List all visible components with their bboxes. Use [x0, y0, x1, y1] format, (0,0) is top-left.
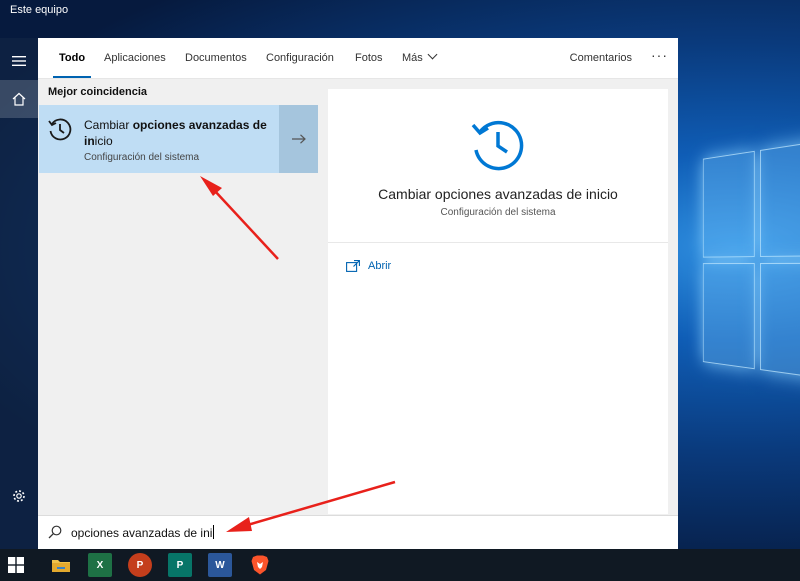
- desktop-label: Este equipo: [10, 4, 69, 16]
- windows-logo-wallpaper: [702, 139, 800, 391]
- open-action-button[interactable]: Abrir: [346, 260, 391, 272]
- chevron-down-icon: [427, 49, 438, 60]
- settings-gear-icon[interactable]: [0, 477, 38, 515]
- tab-todo[interactable]: Todo: [52, 38, 92, 78]
- tab-mas-label: Más: [402, 52, 423, 64]
- taskbar: X P P W: [0, 549, 800, 581]
- tab-fotos[interactable]: Fotos: [355, 38, 383, 78]
- windows-start-icon[interactable]: [8, 557, 24, 573]
- text-caret: [213, 525, 215, 539]
- detail-subtitle: Configuración del sistema: [440, 207, 556, 218]
- open-action-label: Abrir: [368, 260, 392, 272]
- home-icon[interactable]: [0, 80, 38, 118]
- divider: [328, 242, 668, 243]
- powerpoint-icon[interactable]: P: [128, 553, 152, 577]
- feedback-link[interactable]: Comentarios: [570, 38, 632, 78]
- best-match-result[interactable]: Cambiar opciones avanzadas de inicio Con…: [39, 105, 318, 173]
- detail-pane: Cambiar opciones avanzadas de inicio Con…: [328, 89, 668, 514]
- open-window-icon: [346, 260, 360, 272]
- more-options-icon[interactable]: ···: [651, 38, 668, 78]
- best-match-label: Mejor coincidencia: [48, 86, 148, 98]
- tab-aplicaciones[interactable]: Aplicaciones: [104, 38, 166, 78]
- hamburger-menu-icon[interactable]: [0, 42, 38, 80]
- history-clock-icon: [48, 118, 72, 141]
- publisher-icon[interactable]: P: [168, 553, 192, 577]
- excel-icon[interactable]: X: [88, 553, 112, 577]
- search-tabs: Todo Aplicaciones Documentos Configuraci…: [38, 38, 678, 79]
- open-details-arrow-button[interactable]: [279, 105, 318, 173]
- detail-title: Cambiar opciones avanzadas de inicio: [378, 186, 618, 202]
- file-explorer-icon[interactable]: [49, 553, 73, 577]
- search-input[interactable]: opciones avanzadas de ini: [71, 525, 215, 540]
- brave-browser-icon[interactable]: [248, 553, 272, 577]
- history-clock-large-icon: [471, 120, 524, 171]
- best-match-title: Cambiar opciones avanzadas de inicio: [84, 118, 267, 148]
- tab-configuracion[interactable]: Configuración: [266, 38, 334, 78]
- search-icon: [48, 525, 62, 539]
- arrow-right-icon: [291, 134, 306, 144]
- search-panel: Todo Aplicaciones Documentos Configuraci…: [38, 38, 678, 550]
- tab-documentos[interactable]: Documentos: [185, 38, 247, 78]
- start-left-rail: [0, 38, 38, 549]
- tab-mas[interactable]: Más: [402, 38, 438, 78]
- best-match-subtitle: Configuración del sistema: [84, 152, 200, 163]
- word-icon[interactable]: W: [208, 553, 232, 577]
- search-box[interactable]: opciones avanzadas de ini: [38, 515, 678, 550]
